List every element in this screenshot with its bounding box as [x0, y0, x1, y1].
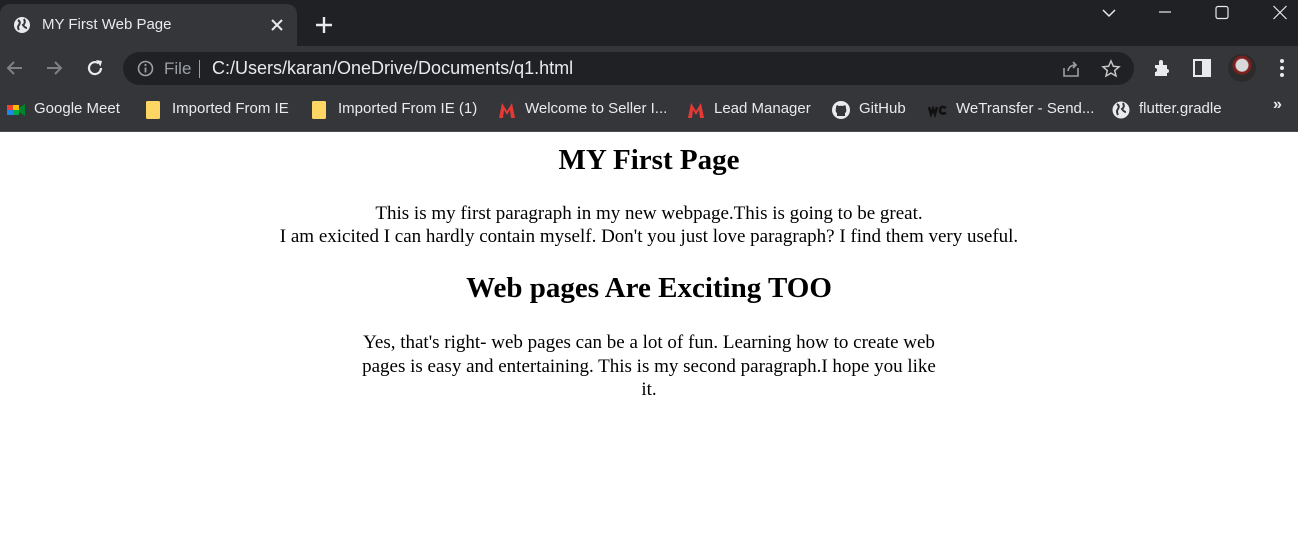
tab-title: MY First Web Page — [42, 16, 172, 33]
tab-active[interactable]: MY First Web Page — [0, 4, 297, 46]
paragraph-2: Yes, that's right- web pages can be a lo… — [362, 332, 936, 400]
back-button[interactable] — [4, 57, 26, 79]
omnibox-divider — [199, 60, 200, 78]
new-tab-button[interactable] — [313, 14, 335, 36]
window-close-button[interactable] — [1258, 0, 1298, 32]
bookmark-label: Welcome to Seller I... — [525, 100, 668, 117]
address-bar[interactable]: File C:/Users/karan/OneDrive/Documents/q… — [123, 52, 1134, 85]
bookmark-label: Google Meet — [34, 100, 120, 117]
globe-icon — [13, 16, 31, 34]
tab-search-chevron-icon[interactable] — [1087, 0, 1131, 32]
profile-avatar[interactable] — [1228, 54, 1256, 82]
minimize-button[interactable] — [1143, 0, 1187, 32]
m-logo-icon — [686, 100, 706, 120]
maximize-button[interactable] — [1200, 0, 1244, 32]
paragraph-1: This is my first paragraph in my new web… — [0, 202, 1298, 248]
folder-icon — [310, 100, 330, 120]
scheme-label: File — [164, 59, 192, 78]
bookmark-label: GitHub — [859, 100, 906, 117]
close-icon[interactable] — [268, 16, 286, 34]
bookmark-label: Lead Manager — [714, 100, 811, 117]
url-text[interactable]: C:/Users/karan/OneDrive/Documents/q1.htm… — [212, 58, 573, 79]
tab-strip: MY First Web Page — [0, 0, 1298, 46]
page-heading-2: Web pages Are Exciting TOO — [466, 272, 832, 304]
forward-button[interactable] — [43, 57, 65, 79]
wetransfer-icon — [927, 100, 948, 120]
toolbar: File C:/Users/karan/OneDrive/Documents/q… — [0, 46, 1298, 90]
m-logo-icon — [497, 100, 517, 120]
bookmark-label: Imported From IE (1) — [338, 100, 478, 117]
page-heading-1: MY First Page — [558, 144, 740, 176]
bookmark-label: flutter.gradle — [1139, 100, 1222, 117]
bookmarks-bar: Google Meet Imported From IE Imported Fr… — [0, 90, 1298, 132]
reload-button[interactable] — [84, 57, 106, 79]
paragraph-1-line-1: This is my first paragraph in my new web… — [375, 203, 923, 224]
google-meet-icon — [6, 100, 26, 120]
more-menu-icon[interactable] — [1271, 57, 1293, 79]
bookmarks-overflow-chevron[interactable]: » — [1273, 96, 1282, 114]
share-icon[interactable] — [1061, 59, 1081, 79]
folder-icon — [144, 100, 164, 120]
bookmark-star-icon[interactable] — [1101, 59, 1121, 79]
extensions-icon[interactable] — [1151, 57, 1173, 79]
paragraph-1-line-2: I am exicited I can hardly contain mysel… — [279, 226, 1019, 247]
github-icon — [831, 100, 851, 120]
bookmark-label: WeTransfer - Send... — [956, 100, 1095, 117]
globe-icon — [1111, 100, 1131, 120]
info-icon[interactable] — [137, 60, 154, 77]
bookmark-label: Imported From IE — [172, 100, 289, 117]
side-panel-icon[interactable] — [1191, 57, 1213, 79]
